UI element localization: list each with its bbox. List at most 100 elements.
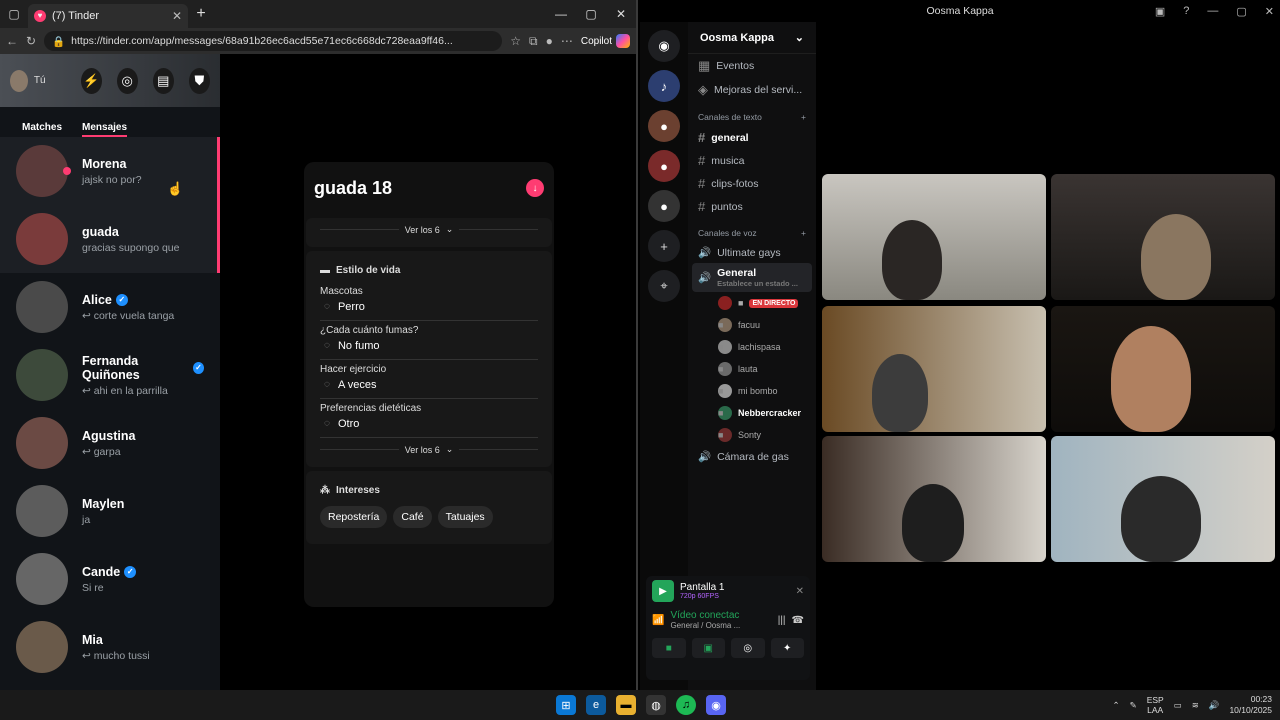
video-tile-1[interactable] xyxy=(822,174,1046,300)
channel-status[interactable]: Establece un estado ... xyxy=(717,279,798,288)
server-icon-1[interactable]: ♪ xyxy=(648,70,680,102)
collections-icon[interactable]: ⧉ xyxy=(529,34,538,49)
see-more-link[interactable]: Ver los 6 ⌄ xyxy=(320,218,539,241)
explore-icon[interactable]: ◎ xyxy=(116,67,138,94)
profile-label[interactable]: Tú xyxy=(34,75,46,86)
voice-user[interactable]: lachispasa ■ xyxy=(688,336,816,358)
close-window-icon[interactable]: ✕ xyxy=(1265,5,1274,18)
events-item[interactable]: ▦ Eventos xyxy=(688,54,816,78)
video-tile-6[interactable] xyxy=(1051,436,1275,562)
noise-icon[interactable]: ||| xyxy=(778,615,786,626)
language-indicator[interactable]: ESP LAA xyxy=(1147,695,1164,715)
discord-taskbar-icon[interactable]: ◉ xyxy=(706,695,726,715)
copilot-button[interactable]: Copilot xyxy=(581,34,630,48)
windows-start-icon[interactable]: ⊞ xyxy=(556,695,576,715)
voice-user-live[interactable]: ■ EN DIRECTO xyxy=(688,292,816,314)
display-icon[interactable]: ▭ xyxy=(1174,700,1182,711)
voice-user[interactable]: Nebbercracker ■ xyxy=(688,402,816,424)
briefcase-icon[interactable]: ▤ xyxy=(152,67,174,94)
voice-user[interactable]: mi bombo ■ xyxy=(688,380,816,402)
refresh-icon[interactable]: ↻ xyxy=(26,34,36,48)
back-icon[interactable]: ← xyxy=(6,34,18,48)
text-channel-item[interactable]: # general xyxy=(688,126,816,149)
lifestyle-label: Hacer ejercicio xyxy=(320,364,387,375)
disconnect-icon[interactable]: ☎ xyxy=(792,615,804,626)
tab-actions-icon[interactable]: ▢ xyxy=(0,7,28,21)
voice-channel-ultimate[interactable]: 🔊 Ultimate gays xyxy=(688,242,816,263)
voice-channels-category[interactable]: Canales de voz + xyxy=(688,218,816,242)
add-channel-icon[interactable]: + xyxy=(801,228,806,238)
server-icon-3[interactable]: ● xyxy=(648,150,680,182)
camera-button[interactable]: ■ xyxy=(652,638,686,658)
explore-servers-icon[interactable]: ⌖ xyxy=(648,270,680,302)
edge-icon[interactable]: e xyxy=(586,695,606,715)
video-tile-5[interactable] xyxy=(822,436,1046,562)
voice-user[interactable]: facuu ■ xyxy=(688,314,816,336)
lock-icon[interactable]: 🔒 xyxy=(52,35,65,48)
file-explorer-icon[interactable]: ▬ xyxy=(616,695,636,715)
conversation-item[interactable]: Agustina ↩ garpa xyxy=(0,409,220,477)
soundboard-button[interactable]: ✦ xyxy=(770,638,804,658)
chevron-up-icon[interactable]: ⌃ xyxy=(1112,700,1119,711)
collapse-profile-button[interactable]: ↓ xyxy=(526,179,544,197)
conversation-item[interactable]: Cande ✓ Si re xyxy=(0,545,220,613)
conversation-item[interactable]: Alice ✓ ↩ corte vuela tanga xyxy=(0,273,220,341)
help-icon[interactable]: ? xyxy=(1183,5,1189,18)
inbox-icon[interactable]: ▣ xyxy=(1155,5,1165,18)
wifi-icon[interactable]: ≋ xyxy=(1192,700,1199,711)
voice-user[interactable]: lauta ■ xyxy=(688,358,816,380)
boosts-item[interactable]: ◈ Mejoras del servi... xyxy=(688,78,816,102)
voice-channel-camara[interactable]: 🔊 Cámara de gas xyxy=(688,446,816,467)
tab-bar: ▢ ♥ (7) Tinder ✕ + — ▢ ✕ xyxy=(0,0,636,28)
server-icon-2[interactable]: ● xyxy=(648,110,680,142)
pen-icon[interactable]: ✎ xyxy=(1130,700,1137,711)
conversation-item[interactable]: Fernanda Quiñones ✓ ↩ ahi en la parrilla xyxy=(0,341,220,409)
conversation-item[interactable]: Maylen ja xyxy=(0,477,220,545)
volume-icon[interactable]: 🔊 xyxy=(1209,700,1220,711)
tab-tinder[interactable]: ♥ (7) Tinder ✕ xyxy=(28,4,188,28)
video-tile-4[interactable] xyxy=(1051,306,1275,432)
video-tile-2[interactable] xyxy=(1051,174,1275,300)
boost-icon[interactable]: ⚡ xyxy=(80,67,102,94)
profile-icon[interactable]: ● xyxy=(546,34,553,48)
conversation-item[interactable]: guada gracias supongo que xyxy=(0,205,220,273)
close-window-icon[interactable]: ✕ xyxy=(606,7,636,21)
video-tile-3[interactable] xyxy=(822,306,1046,432)
minimize-icon[interactable]: — xyxy=(1207,5,1218,18)
text-channel-item[interactable]: # clips-fotos xyxy=(688,172,816,195)
text-channels-category[interactable]: Canales de texto + xyxy=(688,102,816,126)
favorites-icon[interactable]: ☆ xyxy=(510,34,521,48)
new-tab-button[interactable]: + xyxy=(188,5,214,23)
conversation-item[interactable]: Mia ↩ mucho tussi xyxy=(0,613,220,681)
tab-matches[interactable]: Matches xyxy=(22,122,62,137)
connection-channel: General / Oosma ... xyxy=(670,621,741,630)
stop-share-icon[interactable]: ✕ xyxy=(796,586,804,597)
maximize-icon[interactable]: ▢ xyxy=(576,7,606,21)
connection-status[interactable]: Vídeo conectac xyxy=(670,610,771,621)
more-icon[interactable]: ⋯ xyxy=(561,34,573,48)
voice-channel-general[interactable]: 🔊 General Establece un estado ... xyxy=(692,263,812,292)
close-tab-icon[interactable]: ✕ xyxy=(172,9,182,23)
conversation-item[interactable]: Morena jajsk no por? xyxy=(0,137,220,205)
add-channel-icon[interactable]: + xyxy=(801,112,806,122)
spotify-icon[interactable]: ♫ xyxy=(676,695,696,715)
maximize-icon[interactable]: ▢ xyxy=(1236,5,1246,18)
github-desktop-icon[interactable]: ◍ xyxy=(646,695,666,715)
add-server-icon[interactable]: + xyxy=(648,230,680,262)
server-icon-4[interactable]: ● xyxy=(648,190,680,222)
server-header[interactable]: Oosma Kappa ⌄ xyxy=(688,22,816,54)
share-screen-button[interactable]: ▣ xyxy=(691,638,725,658)
tab-messages[interactable]: Mensajes xyxy=(82,122,128,137)
text-channel-item[interactable]: # musica xyxy=(688,149,816,172)
clock[interactable]: 00:23 10/10/2025 xyxy=(1229,694,1272,716)
shield-icon[interactable]: ⛊ xyxy=(188,67,210,94)
activity-button[interactable]: ◎ xyxy=(731,638,765,658)
lifestyle-label: Preferencias dietéticas xyxy=(320,403,422,414)
voice-user[interactable]: Sonty ■ xyxy=(688,424,816,446)
url-field[interactable]: 🔒 https://tinder.com/app/messages/68a91b… xyxy=(44,31,503,51)
minimize-icon[interactable]: — xyxy=(546,7,576,21)
avatar[interactable] xyxy=(10,69,28,92)
discord-home-icon[interactable]: ◉ xyxy=(648,30,680,62)
see-more-link-2[interactable]: Ver los 6 ⌄ xyxy=(320,438,539,461)
text-channel-item[interactable]: # puntos xyxy=(688,195,816,218)
